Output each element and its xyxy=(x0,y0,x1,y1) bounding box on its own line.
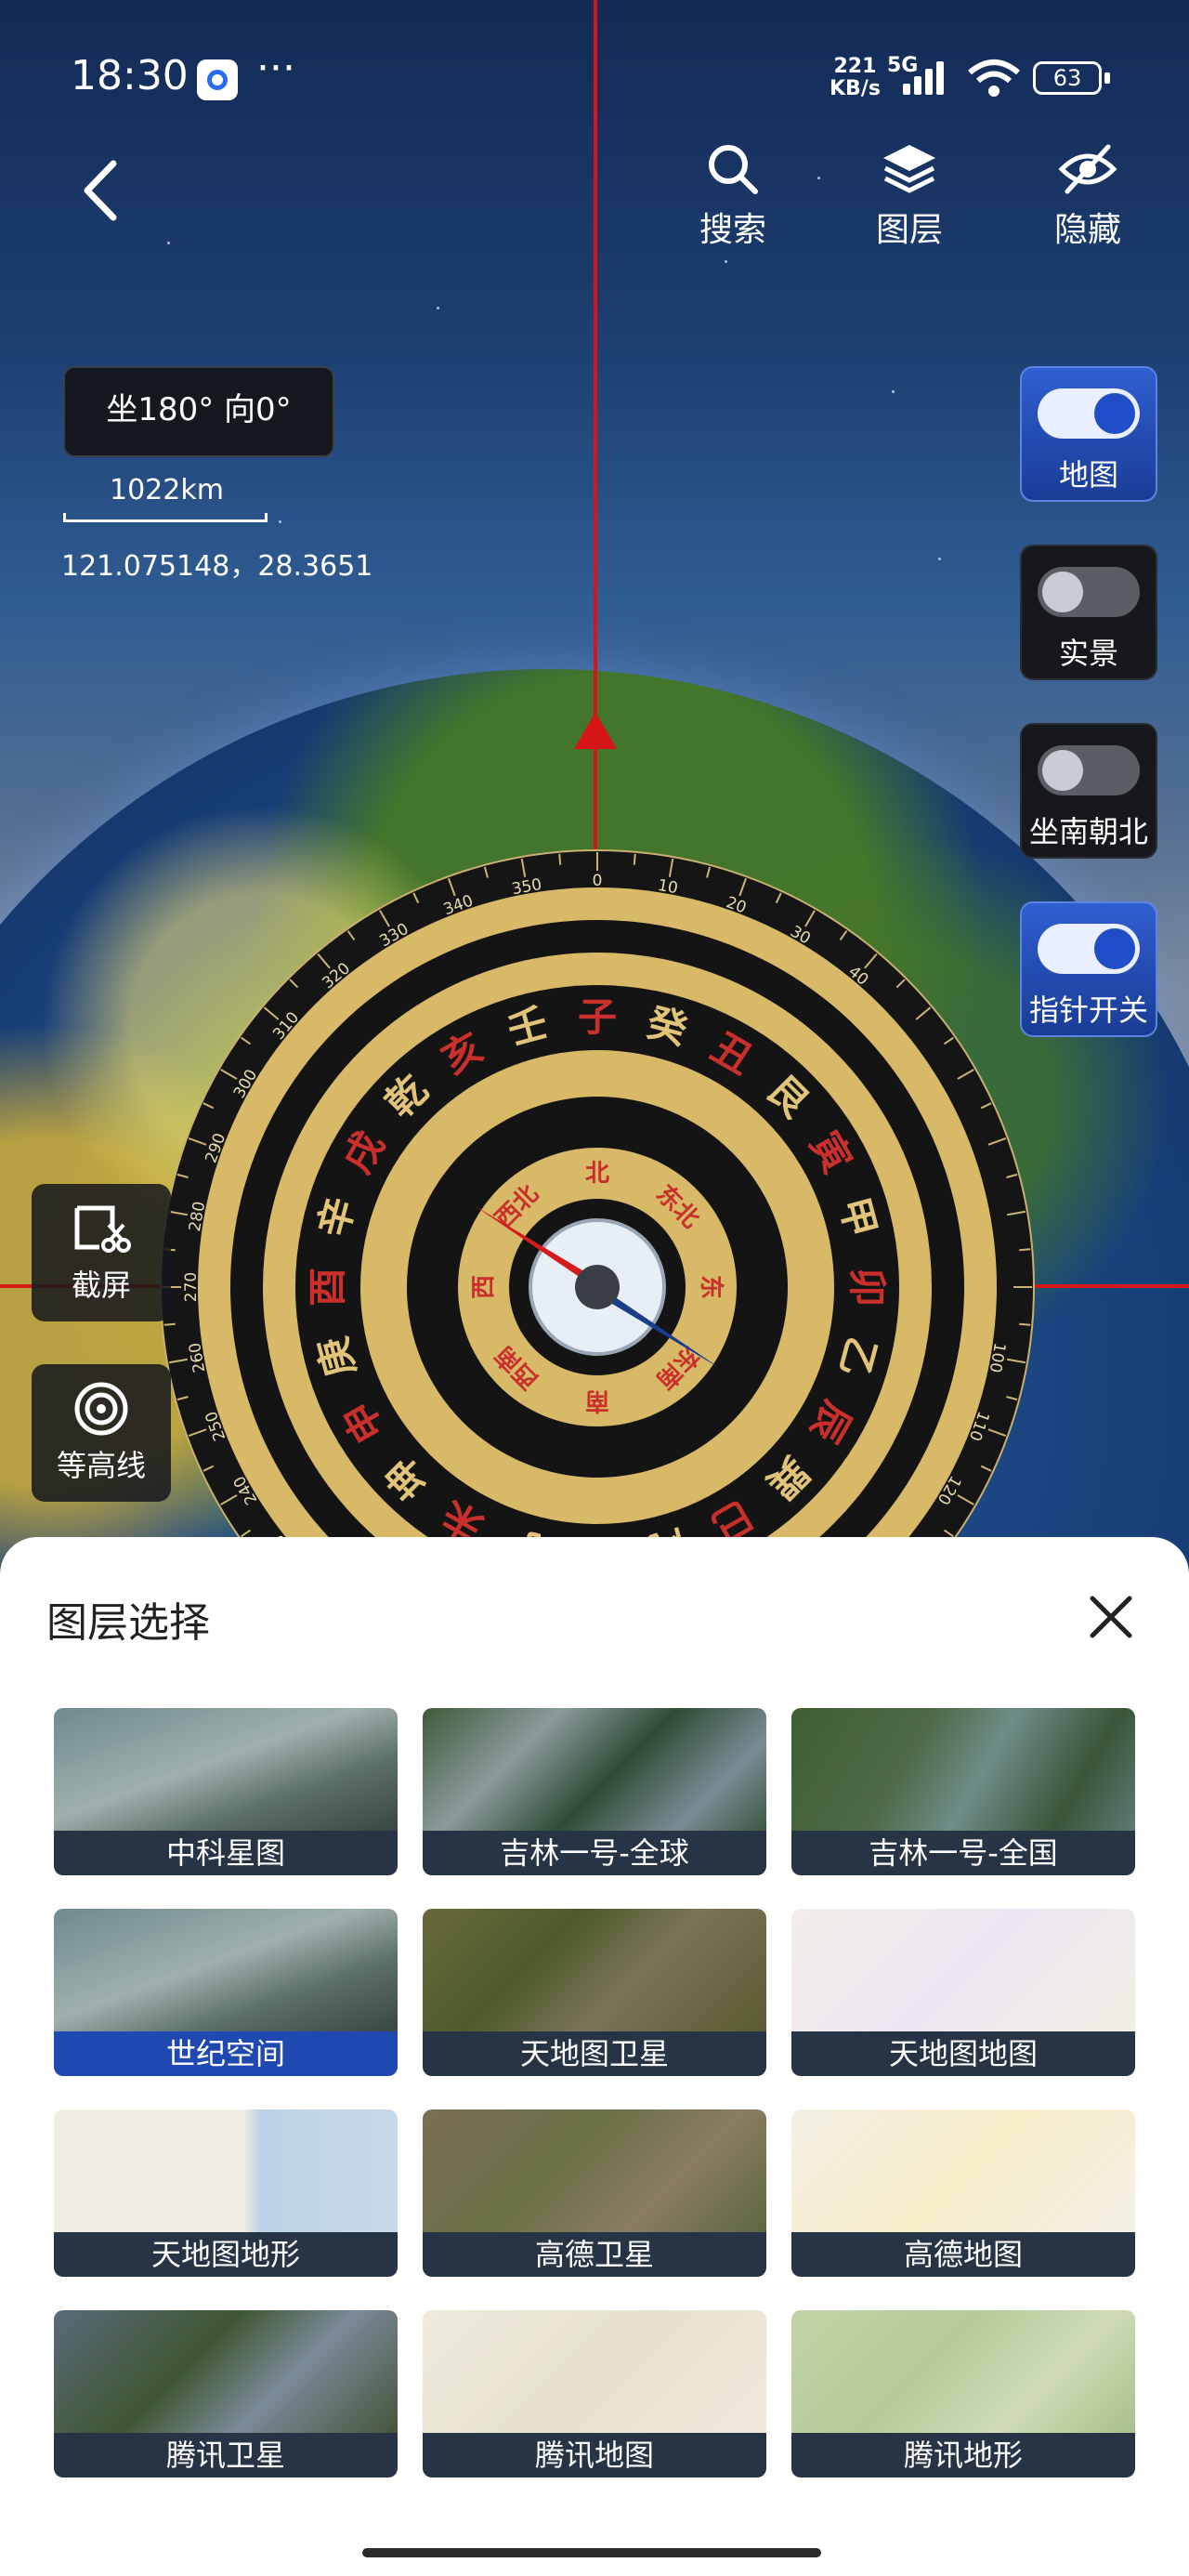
sheet-title: 图层选择 xyxy=(46,1599,210,1647)
home-indicator[interactable] xyxy=(362,2548,821,2557)
battery-icon: 63 xyxy=(1033,61,1110,95)
layer-label: 吉林一号-全球 xyxy=(423,1831,766,1875)
layer-thumbnail xyxy=(54,1708,398,1831)
layer-tile[interactable]: 中科星图 xyxy=(54,1708,398,1875)
app-notification-icon xyxy=(197,59,238,100)
layers-icon xyxy=(883,145,935,193)
direction-char: 北 xyxy=(585,1160,609,1188)
layer-label: 吉林一号-全国 xyxy=(791,1831,1135,1875)
mountain-char: 卯 xyxy=(844,1268,890,1307)
layer-tile[interactable]: 腾讯地图 xyxy=(423,2310,766,2477)
layer-label: 腾讯卫星 xyxy=(54,2433,398,2477)
toggle-needle[interactable]: 指针开关 xyxy=(1020,901,1157,1037)
layer-tile[interactable]: 吉林一号-全球 xyxy=(423,1708,766,1875)
layer-thumbnail xyxy=(54,1909,398,2031)
layer-tile[interactable]: 吉林一号-全国 xyxy=(791,1708,1135,1875)
layer-label: 中科星图 xyxy=(54,1831,398,1875)
layers-label: 图层 xyxy=(875,211,943,249)
scale-bar: 1022km xyxy=(63,472,269,524)
layer-thumbnail xyxy=(54,2310,398,2433)
toggle-switch[interactable] xyxy=(1038,924,1140,974)
scale-bar-line xyxy=(63,513,268,522)
layer-tile[interactable]: 天地图地形 xyxy=(54,2109,398,2277)
speed-value: 221 xyxy=(833,55,877,78)
close-icon[interactable] xyxy=(1085,1591,1137,1643)
star xyxy=(437,307,439,309)
search-button[interactable]: 搜索 xyxy=(682,139,784,251)
layer-thumbnail xyxy=(791,2109,1135,2232)
star xyxy=(817,177,820,179)
hide-label: 隐藏 xyxy=(1053,211,1121,249)
layer-select-sheet: 图层选择 中科星图 吉林一号-全球 吉林一号-全国世纪空间 天地图卫星 天地图地图天地图… xyxy=(0,1537,1189,2576)
layer-thumbnail xyxy=(423,1909,766,2031)
layer-label: 天地图地形 xyxy=(54,2232,398,2277)
contour-button[interactable]: 等高线 xyxy=(32,1364,171,1502)
toggle-switch[interactable] xyxy=(1038,745,1140,795)
layer-thumbnail xyxy=(791,1909,1135,2031)
direction-char: 西 xyxy=(470,1275,498,1299)
speed-unit: KB/s xyxy=(830,77,881,100)
layer-tile[interactable]: 天地图卫星 xyxy=(423,1909,766,2076)
star xyxy=(279,520,281,523)
layer-label: 高德卫星 xyxy=(423,2232,766,2277)
layer-label: 天地图地图 xyxy=(791,2031,1135,2076)
layer-label: 腾讯地图 xyxy=(423,2433,766,2477)
toggle-label: 坐南朝北 xyxy=(1028,814,1148,849)
mountain-char: 子 xyxy=(578,994,617,1040)
layer-thumbnail xyxy=(54,2109,398,2232)
layer-thumbnail xyxy=(423,2310,766,2433)
status-bar: 18:30 ··· 221 KB/s 5G 63 xyxy=(0,0,1189,158)
screenshot-label: 截屏 xyxy=(71,1268,131,1303)
north-arrow-icon xyxy=(574,712,617,749)
layer-label: 世纪空间 xyxy=(54,2031,398,2076)
toggle-label: 实景 xyxy=(1058,636,1118,671)
layer-thumbnail xyxy=(423,1708,766,1831)
direction-char: 东 xyxy=(697,1275,725,1299)
layer-tile[interactable]: 高德卫星 xyxy=(423,2109,766,2277)
layer-label: 高德地图 xyxy=(791,2232,1135,2277)
contour-label: 等高线 xyxy=(56,1448,146,1483)
toggle-label: 指针开关 xyxy=(1028,992,1148,1028)
star xyxy=(725,260,727,263)
clock: 18:30 xyxy=(71,52,189,99)
wifi-icon xyxy=(968,59,1020,97)
layer-label: 腾讯地形 xyxy=(791,2433,1135,2477)
layer-tile[interactable]: 天地图地图 xyxy=(791,1909,1135,2076)
back-button[interactable] xyxy=(76,158,128,223)
heading-readout: 坐180° 向0° xyxy=(63,366,334,457)
toggle-live-view[interactable]: 实景 xyxy=(1020,545,1157,680)
screenshot-icon xyxy=(74,1205,131,1253)
eye-off-icon xyxy=(1058,144,1117,194)
toggle-switch[interactable] xyxy=(1038,388,1140,439)
toggle-label: 地图 xyxy=(1058,457,1118,493)
layer-tile[interactable]: 腾讯卫星 xyxy=(54,2310,398,2477)
star xyxy=(938,558,941,560)
hide-button[interactable]: 隐藏 xyxy=(1037,139,1139,251)
scale-label: 1022km xyxy=(110,474,224,506)
star xyxy=(167,242,170,244)
layer-label: 天地图卫星 xyxy=(423,2031,766,2076)
layer-thumbnail xyxy=(791,2310,1135,2433)
layer-thumbnail xyxy=(423,2109,766,2232)
toggle-south-north[interactable]: 坐南朝北 xyxy=(1020,723,1157,859)
more-notifications-icon: ··· xyxy=(256,45,295,92)
search-icon xyxy=(709,145,758,194)
mountain-char: 酉 xyxy=(305,1268,350,1307)
star xyxy=(892,390,895,393)
direction-char: 南 xyxy=(585,1387,609,1414)
layer-tile[interactable]: 腾讯地形 xyxy=(791,2310,1135,2477)
screenshot-button[interactable]: 截屏 xyxy=(32,1184,171,1321)
search-label: 搜索 xyxy=(699,211,766,249)
layers-button[interactable]: 图层 xyxy=(858,139,960,251)
toggle-switch[interactable] xyxy=(1038,567,1140,617)
layer-tile[interactable]: 高德地图 xyxy=(791,2109,1135,2277)
network-speed: 221 KB/s xyxy=(830,56,881,100)
signal-icon xyxy=(903,59,955,95)
toggle-map[interactable]: 地图 xyxy=(1020,366,1157,502)
contour-icon xyxy=(74,1382,128,1436)
coordinates: 121.075148，28.3651 xyxy=(61,550,373,583)
layer-thumbnail xyxy=(791,1708,1135,1831)
layer-tile[interactable]: 世纪空间 xyxy=(54,1909,398,2076)
